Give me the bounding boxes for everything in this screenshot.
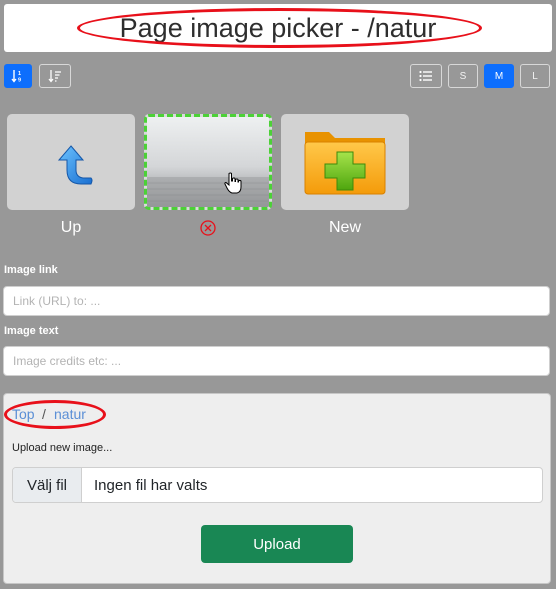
svg-text:9: 9	[18, 78, 21, 84]
tile-new-label: New	[328, 219, 361, 236]
size-medium-button[interactable]: M	[484, 64, 514, 88]
image-text-label: Image text	[4, 325, 59, 337]
remove-circle-icon	[200, 220, 216, 236]
sort-numeric-down-icon: 1 9	[11, 70, 21, 84]
image-link-label: Image link	[4, 264, 58, 276]
choose-file-button[interactable]: Välj fil	[13, 468, 82, 502]
svg-text:1: 1	[18, 71, 21, 77]
folder-up-arrow-icon	[57, 145, 93, 185]
image-text-input[interactable]	[3, 346, 550, 376]
page-title: Page image picker - /natur	[119, 13, 437, 43]
tile-up-label: Up	[60, 219, 82, 236]
list-icon	[419, 70, 432, 82]
list-view-button[interactable]	[410, 64, 442, 88]
upload-label: Upload new image...	[12, 442, 113, 454]
tile-image-selected[interactable]	[144, 114, 272, 210]
upload-button[interactable]: Upload	[201, 525, 353, 563]
sort-descending-button[interactable]	[39, 64, 71, 88]
hand-cursor-icon	[224, 172, 242, 194]
tile-new-folder[interactable]	[281, 114, 409, 210]
file-status-text: Ingen fil har valts	[94, 476, 208, 494]
remove-image-button[interactable]	[199, 219, 217, 237]
tile-up[interactable]	[7, 114, 135, 210]
file-input[interactable]: Välj fil Ingen fil har valts	[12, 467, 543, 503]
image-link-input[interactable]	[3, 286, 550, 316]
title-bar: Page image picker - /natur	[4, 4, 552, 52]
breadcrumb-separator: /	[42, 406, 46, 422]
sort-amount-down-icon	[48, 70, 61, 83]
new-folder-icon	[304, 132, 386, 195]
size-small-button[interactable]: S	[448, 64, 478, 88]
sort-ascending-button[interactable]: 1 9	[4, 64, 32, 88]
size-large-button[interactable]: L	[520, 64, 550, 88]
breadcrumb-natur-link[interactable]: natur	[54, 406, 86, 422]
image-thumbnail	[147, 117, 269, 207]
breadcrumb-top-link[interactable]: Top	[12, 406, 35, 422]
